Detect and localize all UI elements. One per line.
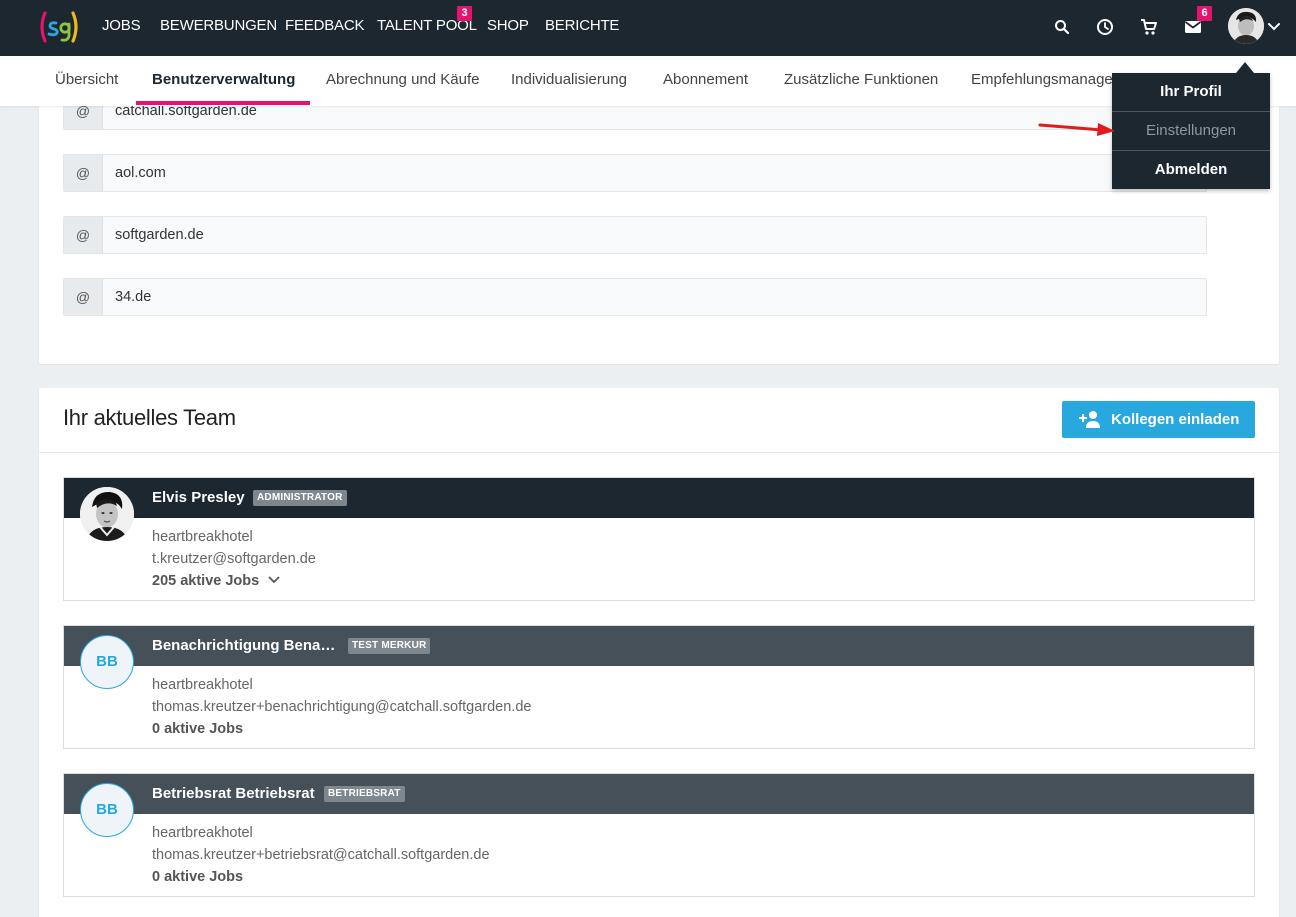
nav-bewerbungen[interactable]: BEWERBUNGEN bbox=[160, 0, 277, 56]
chevron-down-icon bbox=[268, 576, 280, 584]
add-person-icon bbox=[1079, 411, 1100, 428]
tab-zusaetzliche-funktionen[interactable]: Zusätzliche Funktionen bbox=[784, 56, 938, 106]
talent-pool-badge: 3 bbox=[457, 6, 472, 21]
tab-individualisierung[interactable]: Individualisierung bbox=[511, 56, 627, 106]
team-header-divider bbox=[39, 452, 1279, 453]
domain-value: 34.de bbox=[115, 289, 152, 305]
domain-field[interactable]: @ 34.de bbox=[63, 278, 1207, 316]
domain-field[interactable]: @ softgarden.de bbox=[63, 216, 1207, 254]
chevron-down-icon[interactable] bbox=[1266, 18, 1282, 34]
softgarden-logo[interactable] bbox=[38, 9, 80, 45]
member-company: heartbreakhotel bbox=[152, 529, 253, 545]
red-arrow-annotation bbox=[1038, 123, 1115, 136]
cart-icon[interactable] bbox=[1137, 15, 1161, 39]
clock-icon[interactable] bbox=[1093, 15, 1117, 39]
user-avatar[interactable] bbox=[1228, 8, 1264, 44]
member-active-jobs[interactable]: 205 aktive Jobs bbox=[152, 573, 281, 589]
nav-berichte[interactable]: BERICHTE bbox=[545, 0, 619, 56]
member-email: t.kreutzer@softgarden.de bbox=[152, 551, 316, 567]
tab-uebersicht[interactable]: Übersicht bbox=[55, 56, 118, 106]
member-email: thomas.kreutzer+benachrichtigung@catchal… bbox=[152, 699, 532, 715]
member-initials-avatar: BB bbox=[80, 635, 134, 689]
member-company: heartbreakhotel bbox=[152, 677, 253, 693]
domain-value: aol.com bbox=[115, 165, 166, 181]
menu-item-einstellungen[interactable]: Einstellungen bbox=[1112, 112, 1270, 150]
member-role-badge: BETRIEBSRAT bbox=[324, 786, 405, 802]
member-role-badge: TEST MERKUR bbox=[348, 638, 431, 654]
tab-abrechnung[interactable]: Abrechnung und Käufe bbox=[326, 56, 479, 106]
nav-shop[interactable]: SHOP bbox=[487, 0, 529, 56]
domain-value: softgarden.de bbox=[115, 227, 204, 243]
member-role-badge: ADMINISTRATOR bbox=[253, 490, 347, 506]
invite-colleagues-button[interactable]: Kollegen einladen bbox=[1062, 401, 1255, 438]
search-icon[interactable] bbox=[1050, 15, 1074, 39]
nav-jobs[interactable]: JOBS bbox=[102, 0, 141, 56]
member-name: Benachrichtigung Bena… bbox=[152, 637, 336, 654]
member-active-jobs: 0 aktive Jobs bbox=[152, 869, 244, 885]
member-initials-avatar: BB bbox=[80, 783, 134, 837]
domain-prefix: @ bbox=[64, 155, 103, 191]
active-tab-indicator bbox=[136, 101, 310, 105]
domain-field[interactable]: @ aol.com bbox=[63, 154, 1207, 192]
tab-empfehlungsmanagement[interactable]: Empfehlungsmanage bbox=[971, 56, 1113, 106]
top-navigation-bar: JOBS BEWERBUNGEN FEEDBACK TALENT POOL 3 … bbox=[0, 0, 1296, 56]
member-active-jobs: 0 aktive Jobs bbox=[152, 721, 244, 737]
member-email: thomas.kreutzer+betriebsrat@catchall.sof… bbox=[152, 847, 490, 863]
member-name: Elvis Presley bbox=[152, 489, 245, 506]
settings-tabs: Übersicht Benutzerverwaltung Abrechnung … bbox=[0, 56, 1296, 106]
menu-item-abmelden[interactable]: Abmelden bbox=[1112, 151, 1270, 189]
domain-prefix: @ bbox=[64, 279, 103, 315]
member-avatar bbox=[80, 487, 134, 541]
tab-benutzerverwaltung[interactable]: Benutzerverwaltung bbox=[152, 56, 295, 106]
tab-abonnement[interactable]: Abonnement bbox=[663, 56, 748, 106]
dropdown-caret bbox=[1236, 62, 1254, 73]
member-company: heartbreakhotel bbox=[152, 825, 253, 841]
domain-prefix: @ bbox=[64, 217, 103, 253]
team-member-card: Elvis Presley ADMINISTRATOR heartbreakho… bbox=[63, 477, 1255, 601]
member-name: Betriebsrat Betriebsrat bbox=[152, 785, 315, 802]
menu-item-profil[interactable]: Ihr Profil bbox=[1112, 73, 1270, 111]
nav-feedback[interactable]: FEEDBACK bbox=[285, 0, 364, 56]
invite-button-label: Kollegen einladen bbox=[1111, 411, 1240, 428]
team-member-card: BB Benachrichtigung Bena… TEST MERKUR he… bbox=[63, 625, 1255, 749]
member-active-jobs-label: 205 aktive Jobs bbox=[152, 573, 260, 589]
team-section-title: Ihr aktuelles Team bbox=[63, 405, 236, 430]
team-member-card: BB Betriebsrat Betriebsrat BETRIEBSRAT h… bbox=[63, 773, 1255, 897]
user-menu-dropdown: Ihr Profil Einstellungen Abmelden bbox=[1112, 73, 1270, 189]
mail-badge: 6 bbox=[1197, 6, 1212, 21]
